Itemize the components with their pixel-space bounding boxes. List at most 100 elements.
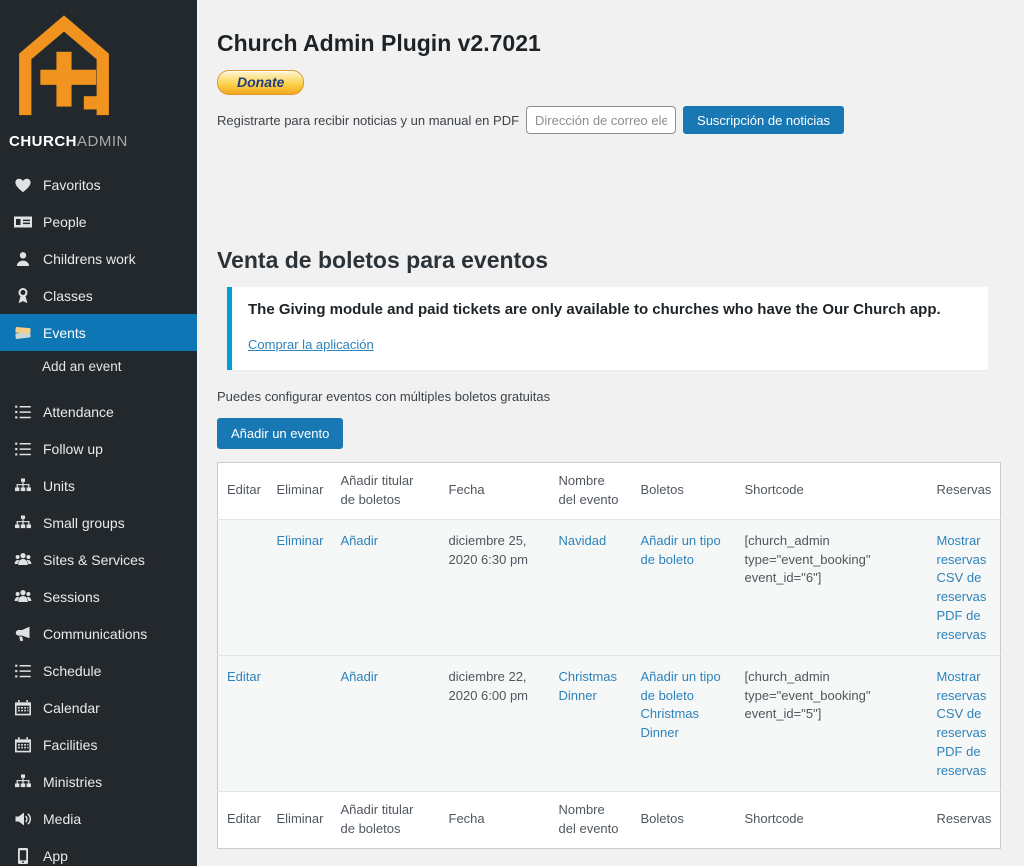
sidebar-item-classes[interactable]: Classes [0,277,197,314]
newsletter-text: Registrarte para recibir noticias y un m… [217,113,519,128]
cell-fecha: diciembre 22, 2020 6:00 pm [440,655,550,791]
sidebar-item-ministries[interactable]: Ministries [0,763,197,800]
buy-app-link[interactable]: Comprar la aplicación [248,337,374,352]
col-header-boletos: Boletos [632,463,736,520]
page-title: Church Admin Plugin v2.7021 [217,30,1001,57]
sidebar-item-label: Facilities [43,737,97,753]
section-title: Venta de boletos para eventos [217,247,1001,274]
cell-fecha: diciembre 25, 2020 6:30 pm [440,519,550,655]
delete-event-link[interactable]: Eliminar [277,533,324,548]
col-header-fecha: Fecha [440,463,550,520]
org-chart-icon [13,476,33,496]
person-icon [13,249,33,269]
sidebar-item-label: Calendar [43,700,100,716]
sidebar-menu: Favoritos People Childrens work Classes … [0,166,197,866]
cell-shortcode: [church_admin type="event_booking" event… [736,519,928,655]
subscribe-button[interactable]: Suscripción de noticias [683,106,844,134]
table-header-row: Editar Eliminar Añadir titular de boleto… [218,463,1001,520]
tickets-icon [13,323,33,343]
edit-event-link[interactable]: Editar [227,669,261,684]
sidebar-item-label: Classes [43,288,93,304]
ordered-list-icon [13,402,33,422]
sidebar-item-label: Childrens work [43,251,136,267]
org-chart-icon [13,513,33,533]
sidebar-item-small-groups[interactable]: Small groups [0,504,197,541]
sidebar-item-label: Follow up [43,441,103,457]
sidebar-item-favoritos[interactable]: Favoritos [0,166,197,203]
col-header-reservas: Reservas [928,463,1001,520]
donate-button[interactable]: Donate [217,70,304,95]
sidebar-item-attendance[interactable]: Attendance [0,393,197,430]
sidebar-item-add-an-event[interactable]: Add an event [0,351,197,382]
ticket-type-link[interactable]: Christmas Dinner [641,705,727,743]
add-ticket-type-link[interactable]: Añadir un tipo de boleto [641,668,727,706]
sidebar-item-label: Schedule [43,663,101,679]
sidebar-item-sessions[interactable]: Sessions [0,578,197,615]
ordered-list-icon [13,439,33,459]
sidebar-item-calendar[interactable]: Calendar [0,689,197,726]
calendar-icon [13,698,33,718]
col-header-editar: Editar [218,463,268,520]
table-footer-row: Editar Eliminar Añadir titular de boleto… [218,791,1001,848]
speaker-icon [13,809,33,829]
sidebar-item-label: Ministries [43,774,102,790]
add-event-button[interactable]: Añadir un evento [217,418,343,449]
sidebar-item-label: Add an event [42,359,122,374]
email-input[interactable] [526,106,676,134]
csv-bookings-link[interactable]: CSV de reservas [937,569,992,607]
brand-admin: ADMIN [77,133,128,150]
sidebar-item-label: App [43,848,68,864]
sidebar-item-units[interactable]: Units [0,467,197,504]
sidebar-item-label: Small groups [43,515,125,531]
col-header-shortcode: Shortcode [736,463,928,520]
sidebar-item-label: Sessions [43,589,100,605]
sidebar-item-people[interactable]: People [0,203,197,240]
show-bookings-link[interactable]: Mostrar reservas [937,668,992,706]
sidebar-item-media[interactable]: Media [0,800,197,837]
award-icon [13,286,33,306]
pdf-bookings-link[interactable]: PDF de reservas [937,743,992,781]
info-notice: The Giving module and paid tickets are o… [227,287,988,370]
sidebar: CHURCHADMIN Favoritos People Childrens w… [0,0,197,866]
org-chart-icon [13,772,33,792]
sidebar-item-schedule[interactable]: Schedule [0,652,197,689]
add-ticket-type-link[interactable]: Añadir un tipo de boleto [641,532,727,570]
event-name-link[interactable]: Christmas Dinner [559,669,618,703]
sidebar-item-childrens-work[interactable]: Childrens work [0,240,197,277]
sidebar-item-sites-services[interactable]: Sites & Services [0,541,197,578]
col-footer-eliminar: Eliminar [268,791,332,848]
calendar-icon [13,735,33,755]
sidebar-item-label: Attendance [43,404,114,420]
sidebar-item-label: Events [43,325,86,341]
sidebar-item-follow-up[interactable]: Follow up [0,430,197,467]
sidebar-item-label: Media [43,811,81,827]
sidebar-item-app[interactable]: App [0,837,197,866]
add-ticket-holder-link[interactable]: Añadir [341,533,379,548]
csv-bookings-link[interactable]: CSV de reservas [937,705,992,743]
col-footer-nombre: Nombre del evento [550,791,632,848]
add-ticket-holder-link[interactable]: Añadir [341,669,379,684]
sidebar-item-label: People [43,214,87,230]
col-header-titular: Añadir titular de boletos [332,463,440,520]
cell-editar [218,519,268,655]
show-bookings-link[interactable]: Mostrar reservas [937,532,992,570]
church-admin-logo [0,0,197,129]
table-row: Editar Añadir diciembre 22, 2020 6:00 pm… [218,655,1001,791]
phone-icon [13,846,33,866]
intro-text: Puedes configurar eventos con múltiples … [217,389,1001,404]
pdf-bookings-link[interactable]: PDF de reservas [937,607,992,645]
events-table: Editar Eliminar Añadir titular de boleto… [217,462,1001,849]
col-footer-fecha: Fecha [440,791,550,848]
ordered-list-icon [13,661,33,681]
sidebar-item-facilities[interactable]: Facilities [0,726,197,763]
group-icon [13,550,33,570]
sidebar-item-communications[interactable]: Communications [0,615,197,652]
heart-icon [13,175,33,195]
sidebar-item-events[interactable]: Events [0,314,197,351]
event-name-link[interactable]: Navidad [559,533,607,548]
col-footer-boletos: Boletos [632,791,736,848]
group-icon [13,587,33,607]
brand-wordmark: CHURCHADMIN [0,129,197,160]
main-content: Church Admin Plugin v2.7021 Donate Regis… [197,0,1024,866]
col-footer-shortcode: Shortcode [736,791,928,848]
